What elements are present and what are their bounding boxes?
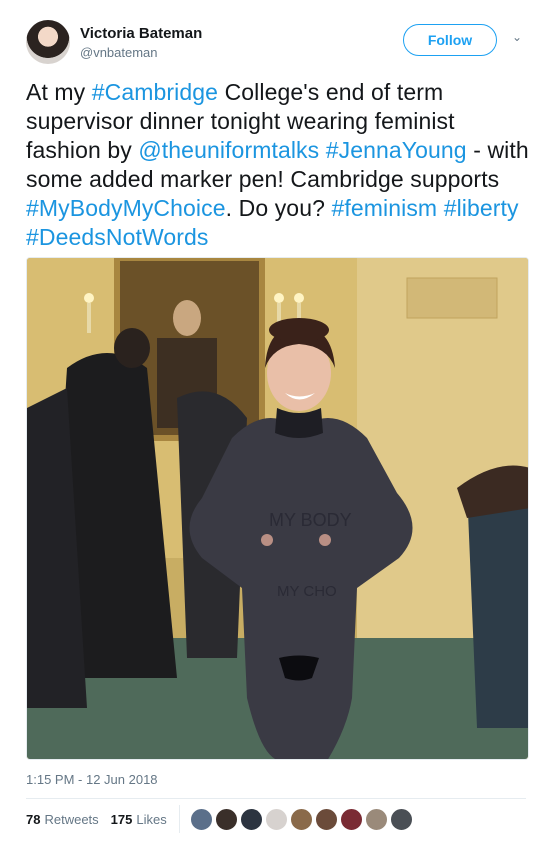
tweet-text-segment: . Do you? — [225, 195, 332, 221]
likes-label: Likes — [136, 811, 167, 827]
tweet-text-segment: At my — [26, 79, 92, 105]
chevron-down-icon[interactable]: ⌄ — [512, 30, 522, 44]
photo-writing-1: MY BODY — [269, 510, 352, 530]
retweets-label: Retweets — [44, 811, 99, 827]
liker-avatar[interactable] — [314, 807, 338, 831]
retweets-stat[interactable]: 78 Retweets — [26, 812, 99, 827]
liker-avatar[interactable] — [364, 807, 388, 831]
retweets-count: 78 — [26, 811, 41, 827]
liker-avatar[interactable] — [289, 807, 313, 831]
hashtag-link[interactable]: #MyBodyMyChoice — [26, 195, 226, 221]
hashtag-link[interactable]: @theuniformtalks — [138, 137, 319, 163]
author-name[interactable]: Victoria Bateman — [80, 25, 202, 42]
liker-avatar[interactable] — [389, 807, 413, 831]
liker-avatar[interactable] — [264, 807, 288, 831]
tweet-stats: 78 Retweets 175 Likes — [26, 804, 413, 834]
hashtag-link[interactable]: #Cambridge — [92, 79, 218, 105]
tweet-photo[interactable]: MY BODY MY CHO — [26, 257, 529, 760]
hashtag-link[interactable]: #DeedsNotWords — [26, 224, 209, 250]
stats-separator — [178, 805, 180, 833]
avatar[interactable] — [26, 20, 70, 64]
liker-avatar[interactable] — [239, 807, 263, 831]
tweet-header: Victoria Bateman @vnbateman Follow ⌄ — [26, 18, 531, 66]
hashtag-link[interactable]: #JennaYoung — [326, 137, 467, 163]
divider — [26, 798, 526, 799]
liker-avatar[interactable] — [214, 807, 238, 831]
hashtag-link[interactable]: #liberty — [444, 195, 519, 221]
likes-count: 175 — [110, 811, 133, 827]
photo-image: MY BODY MY CHO — [27, 258, 528, 759]
follow-button[interactable]: Follow — [403, 24, 497, 56]
tweet-timestamp[interactable]: 1:15 PM - 12 Jun 2018 — [26, 772, 158, 787]
author-handle[interactable]: @vnbateman — [80, 45, 158, 60]
photo-writing-2: MY CHO — [277, 583, 337, 600]
tweet-text: At my #Cambridge College's end of term s… — [26, 78, 531, 252]
liker-avatar[interactable] — [189, 807, 213, 831]
liker-avatars — [189, 807, 413, 831]
likes-stat[interactable]: 175 Likes — [111, 812, 167, 827]
hashtag-link[interactable]: #feminism — [331, 195, 437, 221]
liker-avatar[interactable] — [339, 807, 363, 831]
